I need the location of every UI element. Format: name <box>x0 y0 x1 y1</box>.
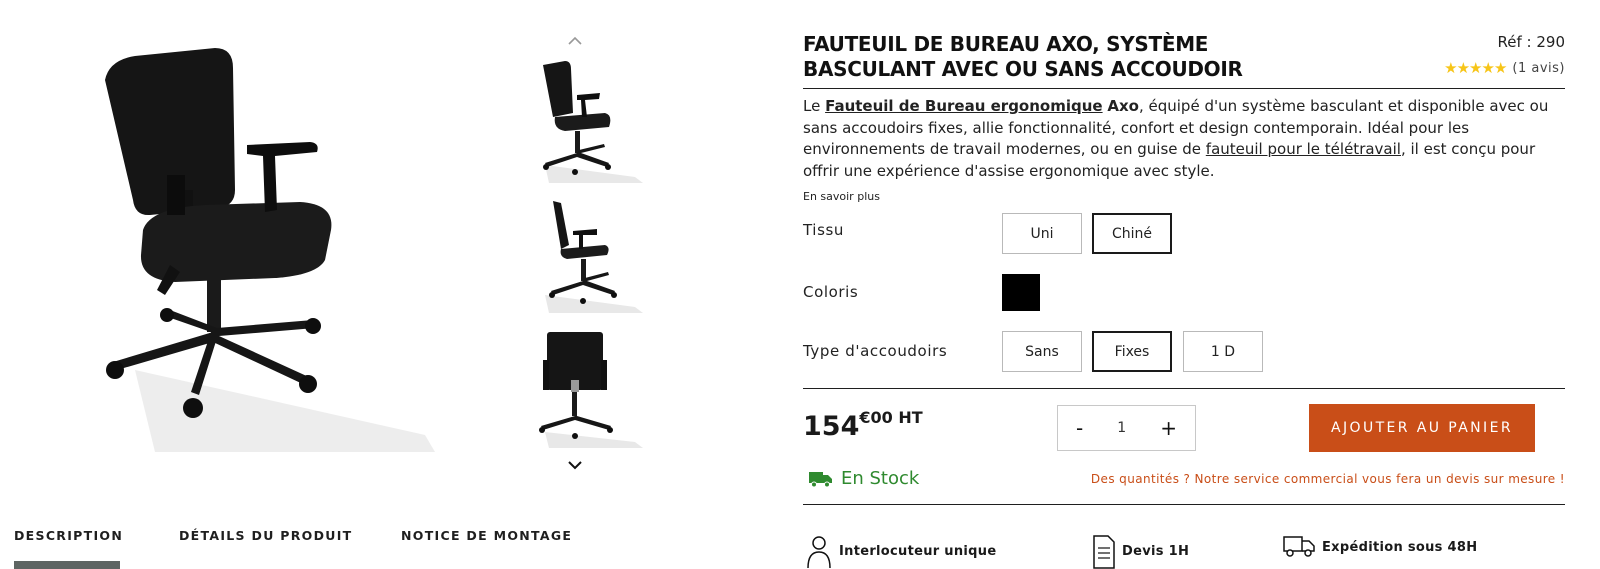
thumbnail-2[interactable] <box>535 195 645 323</box>
product-reference: Réf : 290 <box>1497 33 1565 51</box>
color-swatch-black[interactable] <box>1002 274 1040 311</box>
armrest-label: Type d'accoudoirs <box>803 342 948 360</box>
product-rating[interactable]: ★★★★★ (1 avis) <box>1444 59 1565 77</box>
tab-product-details[interactable]: DÉTAILS DU PRODUIT <box>179 528 353 543</box>
stock-label: En Stock <box>841 468 920 489</box>
thumbnails-up-chevron-icon[interactable] <box>567 34 583 48</box>
divider <box>803 504 1565 505</box>
armrest-option-fixes[interactable]: Fixes <box>1092 331 1172 372</box>
price-integer: 154 <box>803 411 860 442</box>
armrest-option-1d[interactable]: 1 D <box>1183 331 1263 372</box>
quote-message-link[interactable]: Des quantités ? Notre service commercial… <box>1091 472 1565 486</box>
rating-stars-icon: ★★★★★ <box>1444 60 1507 77</box>
thumbnails-down-chevron-icon[interactable] <box>567 458 583 472</box>
product-description: Le Fauteuil de Bureau ergonomique Axo, é… <box>803 96 1565 182</box>
feature-label: Expédition sous 48H <box>1322 539 1478 555</box>
product-title: FAUTEUIL DE BUREAU AXO, SYSTÈME BASCULAN… <box>803 32 1243 81</box>
telework-chair-link[interactable]: fauteuil pour le télétravail <box>1206 140 1401 158</box>
feature-label: Interlocuteur unique <box>839 544 997 559</box>
quantity-increase-button[interactable]: + <box>1160 416 1177 440</box>
tab-description[interactable]: DESCRIPTION <box>14 528 123 543</box>
divider <box>803 388 1565 389</box>
quantity-stepper: - 1 + <box>1057 405 1196 451</box>
fabric-option-uni[interactable]: Uni <box>1002 213 1082 254</box>
color-label: Coloris <box>803 283 859 301</box>
feature-shipping-48h: Expédition sous 48H <box>1282 534 1477 560</box>
thumbnail-1[interactable] <box>535 55 645 183</box>
main-product-image[interactable] <box>95 40 435 452</box>
divider <box>803 88 1565 89</box>
fast-delivery-truck-icon <box>1283 536 1315 557</box>
price-decimal: €00 HT <box>859 408 923 427</box>
fabric-option-chine[interactable]: Chiné <box>1092 213 1172 254</box>
armrest-option-sans[interactable]: Sans <box>1002 331 1082 372</box>
thumbnail-3[interactable] <box>535 330 645 458</box>
product-name-bold: Axo <box>1107 97 1139 115</box>
active-tab-indicator <box>14 561 120 569</box>
feature-quote-1h: Devis 1H <box>1092 534 1189 569</box>
document-icon <box>1093 535 1115 569</box>
tab-assembly-instructions[interactable]: NOTICE DE MONTAGE <box>401 528 572 543</box>
description-text: Le <box>803 97 826 115</box>
ergonomic-chair-link[interactable]: Fauteuil de Bureau ergonomique <box>825 97 1103 115</box>
feature-label: Devis 1H <box>1122 544 1190 559</box>
delivery-truck-icon <box>809 471 832 487</box>
fabric-label: Tissu <box>803 221 845 239</box>
read-more-link[interactable]: En savoir plus <box>803 190 880 203</box>
quantity-decrease-button[interactable]: - <box>1076 416 1083 440</box>
review-count[interactable]: (1 avis) <box>1512 61 1565 76</box>
product-price: 154€00 HT <box>803 408 923 442</box>
person-icon <box>807 536 831 569</box>
quantity-input[interactable]: 1 <box>1117 420 1126 436</box>
feature-single-contact: Interlocuteur unique <box>805 534 996 569</box>
stock-status: En Stock <box>809 468 919 489</box>
add-to-cart-button[interactable]: AJOUTER AU PANIER <box>1309 404 1535 452</box>
